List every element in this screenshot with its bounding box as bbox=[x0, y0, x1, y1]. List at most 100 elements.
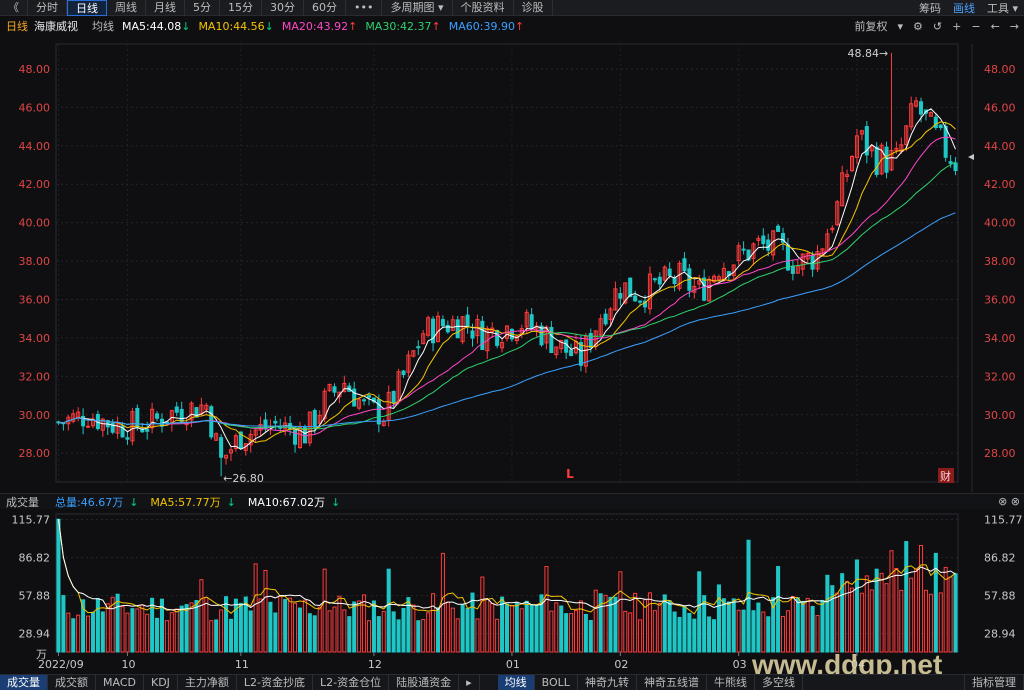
undo-icon[interactable]: ↺ bbox=[933, 20, 942, 33]
diagnose-button[interactable]: 诊股 bbox=[514, 0, 553, 16]
candle-body bbox=[761, 235, 766, 245]
volume-bar bbox=[864, 575, 869, 653]
candle-body bbox=[401, 370, 406, 376]
candle-body bbox=[943, 125, 948, 158]
indicator-tab[interactable]: L2-资金抄底 bbox=[237, 674, 314, 690]
y-tick-label-left: 38.00 bbox=[19, 255, 51, 268]
volume-bar bbox=[293, 602, 298, 653]
period-tab[interactable]: 月线 bbox=[146, 0, 185, 16]
period-tab[interactable]: 分时 bbox=[28, 0, 67, 16]
indicator-manage-button[interactable]: 指标管理 bbox=[964, 674, 1024, 690]
period-tab[interactable]: 周线 bbox=[107, 0, 146, 16]
indicator-tab[interactable]: 陆股通资金 bbox=[389, 674, 460, 690]
candle-body bbox=[702, 277, 707, 301]
period-tab[interactable]: 60分 bbox=[304, 0, 346, 16]
volume-bar bbox=[347, 616, 352, 653]
volume-bar bbox=[253, 563, 258, 653]
candle-body bbox=[785, 244, 790, 271]
indicator-tab[interactable]: 成交额 bbox=[48, 674, 96, 690]
multi-period-dropdown[interactable]: 多周期图 ▾ bbox=[382, 0, 453, 16]
volume-bar bbox=[672, 611, 677, 653]
indicator-tab[interactable]: 成交量 bbox=[0, 674, 48, 690]
candle-body bbox=[578, 342, 583, 366]
candle-body bbox=[569, 349, 574, 357]
volume-bar bbox=[652, 610, 657, 653]
close-icon[interactable]: ⊗ ⊗ bbox=[998, 495, 1020, 508]
toolbar-right: 筹码 画线 工具 ▾ bbox=[913, 0, 1024, 16]
period-tab[interactable]: 日线 bbox=[67, 0, 107, 16]
indicator-tab[interactable]: 多空线 bbox=[755, 674, 803, 690]
period-toolbar: 《 分时 日线 周线 月线 5分 15分 30分 60分 ••• 多周期图 ▾ 个股资料 诊股… bbox=[0, 0, 1024, 16]
dropdown-icon[interactable]: ▾ bbox=[898, 20, 904, 33]
volume-bar bbox=[573, 609, 579, 653]
indicator-tab[interactable]: ▸ bbox=[459, 674, 480, 690]
volume-bar bbox=[169, 612, 174, 653]
volume-bar bbox=[150, 597, 155, 653]
volume-bar bbox=[485, 598, 490, 653]
volume-bar bbox=[189, 602, 194, 653]
candle-body bbox=[618, 293, 623, 299]
settings-icon[interactable]: ⚙ bbox=[913, 20, 923, 33]
candle-body bbox=[219, 437, 224, 458]
indicator-tab[interactable]: 主力净额 bbox=[178, 674, 237, 690]
more-periods-button[interactable]: ••• bbox=[346, 0, 383, 16]
volume-ma5-line bbox=[58, 519, 956, 615]
period-tabs: 分时 日线 周线 月线 5分 15分 30分 60分 bbox=[28, 0, 346, 16]
volume-bar bbox=[603, 594, 608, 653]
volume-bar bbox=[879, 572, 884, 653]
chip-button[interactable]: 筹码 bbox=[913, 0, 947, 16]
volume-ma5: MA5:57.77万 ↓ bbox=[144, 494, 235, 510]
volume-bar bbox=[56, 518, 61, 653]
y-tick-label-right: 44.00 bbox=[984, 140, 1016, 153]
volume-chart[interactable]: 115.77 115.77 86.82 86.82 57.88 57.88 28.94 28.… bbox=[0, 510, 1024, 674]
indicator-tab[interactable]: MACD bbox=[96, 674, 144, 690]
indicator-tab[interactable]: BOLL bbox=[535, 674, 578, 690]
indicator-tab[interactable]: 牛熊线 bbox=[707, 674, 755, 690]
volume-bar bbox=[76, 614, 81, 653]
plus-icon[interactable]: + bbox=[952, 20, 961, 33]
indicator-tab[interactable]: 均线 bbox=[497, 674, 535, 690]
period-tab[interactable]: 15分 bbox=[220, 0, 262, 16]
candle-body bbox=[145, 428, 150, 432]
candle-body bbox=[470, 330, 475, 339]
indicator-tab[interactable]: L2-资金仓位 bbox=[313, 674, 390, 690]
volume-bar bbox=[297, 607, 303, 653]
candle-body bbox=[391, 391, 396, 403]
volume-tick-left: 57.88 bbox=[19, 590, 51, 603]
volume-bar bbox=[490, 602, 495, 653]
volume-bar bbox=[588, 620, 593, 653]
candle-body bbox=[440, 319, 445, 327]
volume-bar bbox=[268, 601, 273, 653]
financial-marker: 财 bbox=[940, 469, 951, 483]
candle-body bbox=[86, 425, 91, 428]
minus-icon[interactable]: − bbox=[971, 20, 980, 33]
stock-profile-button[interactable]: 个股资料 bbox=[453, 0, 514, 16]
volume-bar bbox=[455, 618, 460, 653]
volume-bar bbox=[776, 566, 781, 653]
back-icon[interactable]: 《 bbox=[0, 0, 28, 16]
adjust-mode-button[interactable]: 前复权 bbox=[855, 18, 888, 34]
volume-bar bbox=[785, 610, 790, 653]
period-tab[interactable]: 5分 bbox=[185, 0, 220, 16]
candlestick-chart[interactable]: 48.00 48.00 46.00 46.00 44.00 44.00 42.00 42.00… bbox=[0, 36, 1024, 492]
ma-legend-item: MA10:44.56↓ bbox=[198, 20, 273, 33]
left-arrow-icon[interactable]: ← bbox=[991, 20, 1000, 33]
candle-body bbox=[480, 320, 485, 350]
indicator-tab[interactable]: KDJ bbox=[144, 674, 178, 690]
candle-body bbox=[273, 420, 278, 424]
indicator-tab[interactable]: 神奇五线谱 bbox=[637, 674, 707, 690]
tools-button[interactable]: 工具 ▾ bbox=[981, 0, 1024, 16]
volume-tick-right: 28.94 bbox=[984, 628, 1016, 641]
ma-legend-value: MA5:44.08 bbox=[122, 19, 182, 33]
right-arrow-icon[interactable]: → bbox=[1010, 20, 1019, 33]
indicator-tab[interactable]: 神奇九转 bbox=[578, 674, 637, 690]
avg-line-label[interactable]: 均线 bbox=[92, 18, 114, 34]
draw-line-button[interactable]: 画线 bbox=[947, 0, 981, 16]
volume-bar bbox=[899, 589, 904, 653]
y-tick-label-left: 32.00 bbox=[19, 370, 51, 383]
volume-bar bbox=[504, 603, 510, 653]
volume-bar bbox=[376, 616, 381, 653]
candle-body bbox=[633, 295, 638, 302]
period-tab[interactable]: 30分 bbox=[262, 0, 304, 16]
volume-bar bbox=[682, 606, 687, 653]
